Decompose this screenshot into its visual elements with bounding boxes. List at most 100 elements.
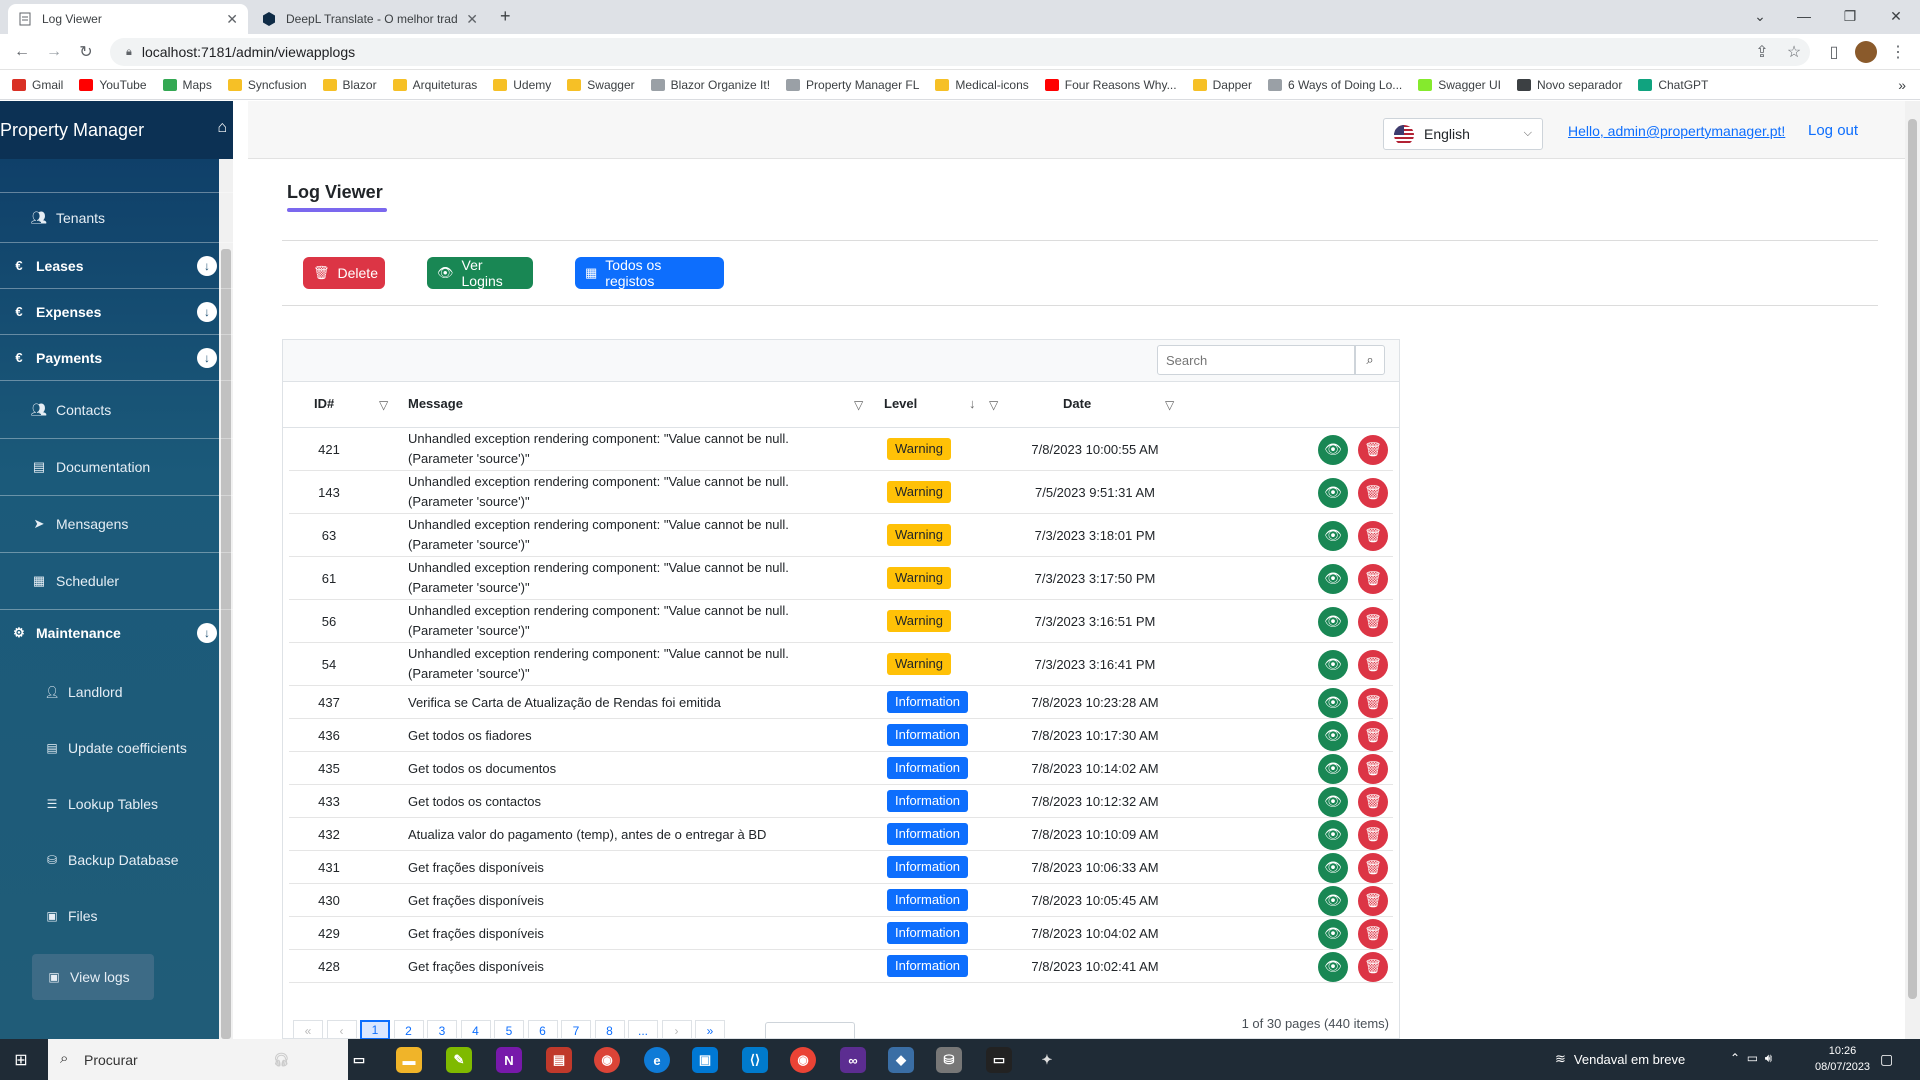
more-pages-button[interactable]: ... [628,1020,658,1040]
page-scrollbar[interactable] [1905,101,1920,1039]
weather-widget[interactable]: ≋ Vendaval em breve [1555,1051,1685,1067]
bookmark-star-icon[interactable]: ☆ [1782,40,1806,64]
bookmark-item[interactable]: Four Reasons Why... [1044,78,1177,92]
chevron-up-icon[interactable]: ⌃ [1730,1051,1740,1065]
paint-icon[interactable]: ✦ [1034,1047,1060,1073]
file-explorer-icon[interactable]: ▬ [396,1047,422,1073]
table-row[interactable]: 143 Unhandled exception rendering compone… [289,471,1393,514]
language-select[interactable]: English ⌵ [1383,118,1543,150]
sidebar-item-scheduler[interactable]: ▦ Scheduler [0,553,233,610]
sidebar-item-landlord[interactable]: 👤︎ Landlord [44,674,122,710]
bookmark-item[interactable]: Udemy [493,78,551,92]
bookmark-item[interactable]: Dapper [1192,78,1252,92]
all-records-button[interactable]: ▦ Todos os registos [575,257,724,289]
page-button[interactable]: 5 [494,1020,524,1040]
view-row-button[interactable]: 👁︎ [1318,434,1348,465]
chrome-canary-icon[interactable]: ◉ [790,1047,816,1073]
page-button[interactable]: 2 [393,1020,424,1040]
page-button[interactable]: 7 [561,1020,591,1040]
page-scroll-thumb[interactable] [1908,119,1917,999]
bookmark-item[interactable]: Arquiteturas [392,78,477,92]
page-button[interactable]: 8 [594,1020,625,1040]
filter-icon[interactable]: ▽ [989,398,998,412]
bookmark-item[interactable]: ChatGPT [1638,78,1708,92]
delete-row-button[interactable]: 🗑︎ [1358,720,1388,751]
filter-icon[interactable]: ▽ [854,398,863,412]
table-row[interactable]: 54 Unhandled exception rendering componen… [289,643,1393,686]
side-panel-icon[interactable]: ▯ [1822,40,1846,64]
delete-row-button[interactable]: 🗑︎ [1358,649,1388,680]
view-row-button[interactable]: 👁︎ [1318,563,1348,594]
sidebar-item-contacts[interactable]: 👥︎ Contacts [0,381,233,439]
page-button[interactable]: 3 [427,1020,457,1040]
chevron-down-icon[interactable]: ↓ [197,347,217,368]
sidebar-item-update-coefficients[interactable]: ▤ Update coefficients [44,730,187,766]
chevron-down-icon[interactable]: ↓ [197,255,217,276]
user-profile-link[interactable]: Hello, admin@propertymanager.pt! [1568,123,1785,139]
restore-icon[interactable]: ❐ [1832,4,1868,28]
close-window-icon[interactable]: ✕ [1878,4,1914,28]
sidebar-item-payments[interactable]: € Payments ↓ [0,335,233,381]
delete-row-button[interactable]: 🗑︎ [1358,563,1388,594]
brand-title[interactable]: Property Manager [0,120,144,141]
page-button[interactable]: 6 [527,1020,558,1040]
table-row[interactable]: 431 Get frações disponíveis Information 7/8… [289,851,1393,884]
table-row[interactable]: 430 Get frações disponíveis Information 7/8… [289,884,1393,917]
bookmark-item[interactable]: Swagger [567,78,635,92]
delete-row-button[interactable]: 🗑︎ [1358,786,1388,817]
search-input[interactable] [1157,345,1355,375]
view-row-button[interactable]: 👁︎ [1318,606,1348,637]
column-header-level[interactable]: Level [884,396,917,411]
close-tab-icon[interactable]: ✕ [466,11,478,28]
bookmark-item[interactable]: 6 Ways of Doing Lo... [1267,78,1402,92]
onenote-icon[interactable]: N [496,1047,522,1073]
bookmark-item[interactable]: Novo separador [1516,78,1622,92]
page-button[interactable]: 4 [460,1020,491,1040]
view-logins-button[interactable]: 👁︎ Ver Logins [427,257,533,289]
terminal-icon[interactable]: ▭ [986,1047,1012,1073]
more-menu-icon[interactable]: ⋮ [1886,40,1910,64]
filter-icon[interactable]: ▽ [379,398,388,412]
sidebar-item-leases[interactable]: € Leases ↓ [0,243,233,289]
home-icon[interactable]: ⌂ [217,119,227,137]
tab-search-icon[interactable]: ⌄ [1742,4,1778,28]
edge-icon[interactable]: e [644,1047,670,1073]
reload-icon[interactable]: ↻ [74,40,98,64]
url-input[interactable]: 🔒︎ localhost:7181/admin/viewapplogs [110,38,1810,66]
delete-row-button[interactable]: 🗑︎ [1358,819,1388,850]
logout-link[interactable]: Log out [1808,122,1858,139]
sidebar-item-mensagens[interactable]: ➤ Mensagens [0,496,233,553]
delete-row-button[interactable]: 🗑︎ [1358,753,1388,784]
system-tray[interactable]: ⌃ ▭ 🔊︎ [1730,1051,1772,1066]
headset-icon[interactable]: 🎧︎ [268,1047,294,1073]
more-bookmarks-icon[interactable]: » [1898,77,1906,93]
network-icon[interactable]: ▭ [1747,1051,1758,1065]
view-row-button[interactable]: 👁︎ [1318,520,1348,551]
search-icon[interactable]: ⌕ [1355,345,1385,375]
sidebar-item-maintenance[interactable]: ⚙ Maintenance ↓ [0,610,233,656]
sidebar-item-tenants[interactable]: 👥︎ Tenants [0,193,233,243]
bookmark-item[interactable]: Property Manager FL [786,78,919,92]
view-row-button[interactable]: 👁︎ [1318,786,1348,817]
delete-button[interactable]: 🗑︎ Delete [303,257,385,289]
bookmark-item[interactable]: Maps [162,78,212,92]
next-page-button[interactable]: › [661,1020,692,1040]
view-row-button[interactable]: 👁︎ [1318,649,1348,680]
bookmark-item[interactable]: Blazor [322,78,377,92]
view-row-button[interactable]: 👁︎ [1318,951,1348,982]
column-header-id[interactable]: ID# [314,396,334,411]
filter-icon[interactable]: ▽ [1165,398,1174,412]
sidebar-item-lookup-tables[interactable]: ☰ Lookup Tables [44,786,158,822]
store-icon[interactable]: ▣ [692,1047,718,1073]
table-row[interactable]: 436 Get todos os fiadores Information 7/8/2… [289,719,1393,752]
forward-icon[interactable]: → [42,40,66,64]
share-icon[interactable]: ⇪ [1750,40,1774,64]
delete-row-button[interactable]: 🗑︎ [1358,687,1388,718]
browser-tab-active[interactable]: Log Viewer ✕ [8,4,248,34]
task-view-icon[interactable]: ▭ [346,1047,372,1073]
sidebar-item-view-logs[interactable]: ▣ View logs [32,954,154,1000]
new-tab-button[interactable]: + [500,6,511,27]
last-page-button[interactable]: » [695,1020,725,1040]
bookmark-item[interactable]: Medical-icons [935,78,1029,92]
view-row-button[interactable]: 👁︎ [1318,477,1348,508]
